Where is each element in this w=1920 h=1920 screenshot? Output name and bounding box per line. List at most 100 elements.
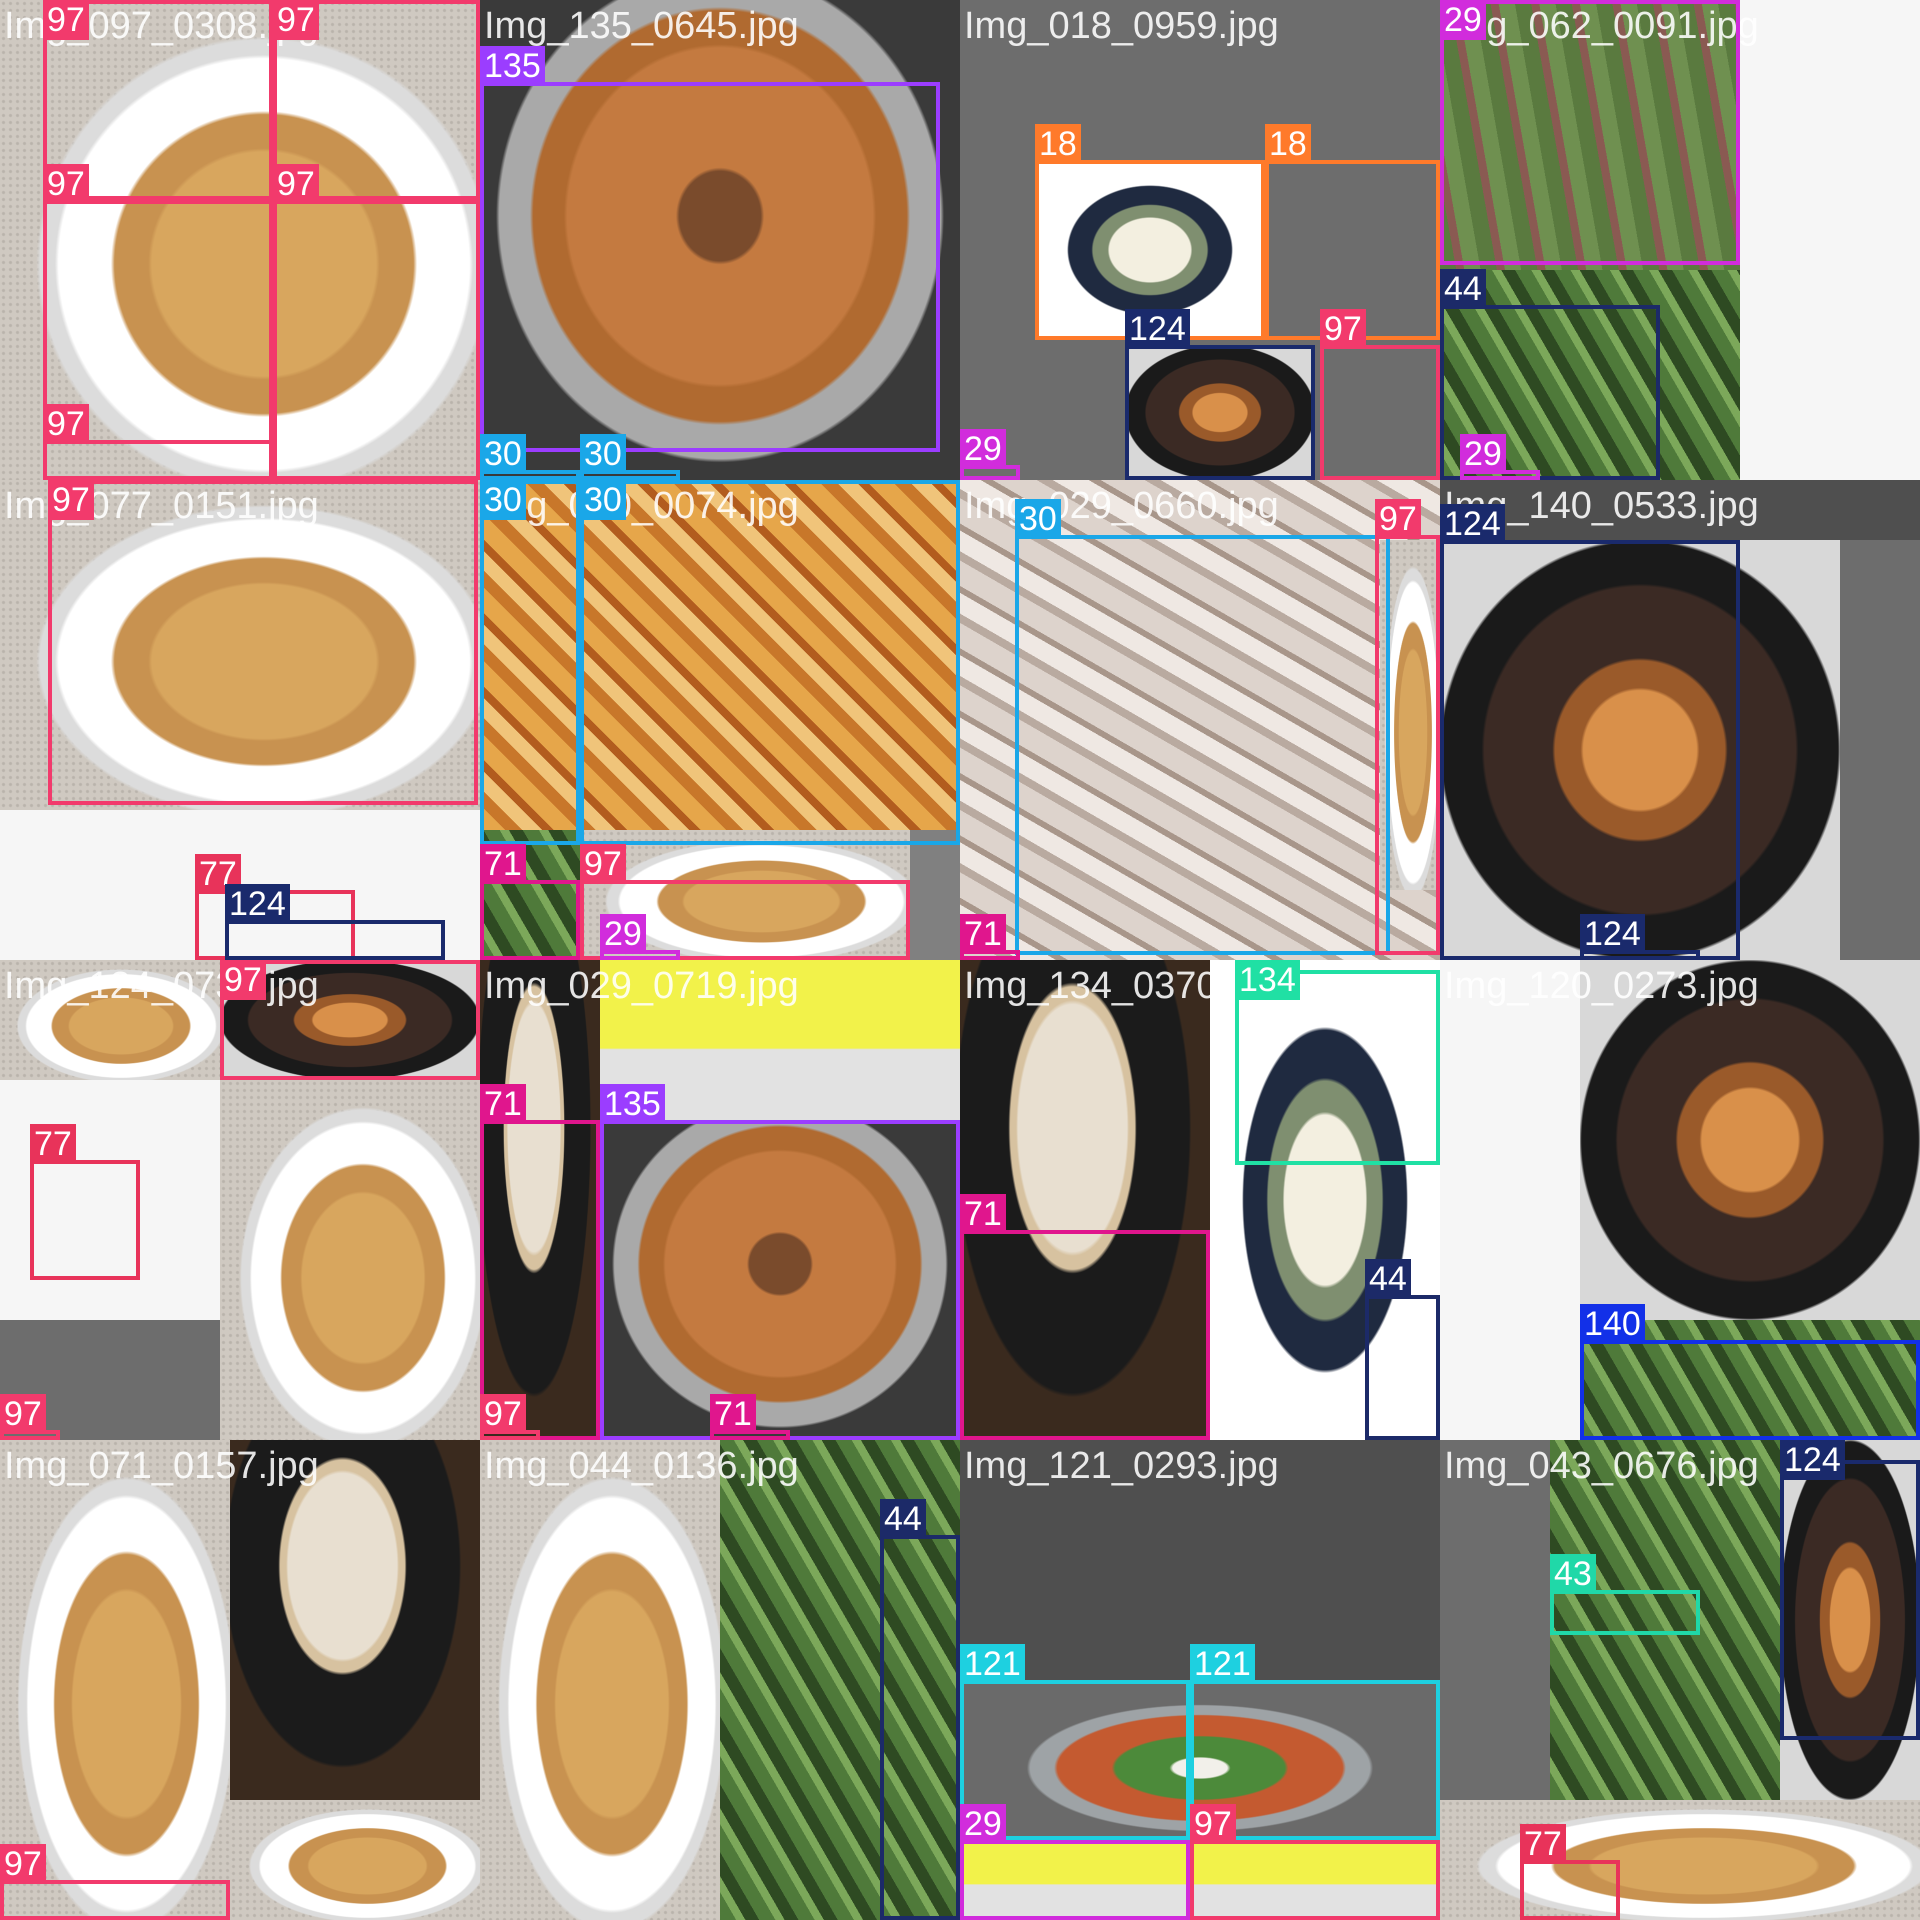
- food-photo-fragment: [1580, 960, 1920, 1320]
- bounding-box: [48, 480, 478, 805]
- class-label: 121: [960, 1644, 1025, 1684]
- class-label: 29: [960, 429, 1006, 469]
- class-label: 30: [480, 480, 526, 520]
- tile-filename: Img_044_0136.jpg: [484, 1445, 799, 1487]
- class-label: 97: [1375, 499, 1421, 539]
- food-photo-fragment: [1440, 1800, 1920, 1920]
- class-label: 30: [480, 434, 526, 474]
- class-label: 124: [1580, 914, 1645, 954]
- class-label: 121: [1190, 1644, 1255, 1684]
- bounding-box: [1190, 1840, 1440, 1920]
- class-label: 30: [1015, 499, 1061, 539]
- mosaic-grid: Img_097_0308.jpg 97 97 97 97 97 Img_135_0645.j…: [0, 0, 1920, 1920]
- class-label: 29: [1440, 0, 1486, 40]
- mosaic-tile[interactable]: Img_134_0370.jpg 134 71 44: [960, 960, 1440, 1440]
- mosaic-tile[interactable]: Img_044_0136.jpg 44: [480, 1440, 960, 1920]
- bounding-box: [1780, 1460, 1920, 1740]
- tile-filename: Img_121_0293.jpg: [964, 1445, 1279, 1487]
- mosaic-tile[interactable]: Img_018_0959.jpg 18 18 124 97 29: [960, 0, 1440, 480]
- bounding-box: [960, 1840, 1190, 1920]
- class-label: 29: [1460, 434, 1506, 474]
- class-label: 43: [1550, 1554, 1596, 1594]
- class-label: 18: [1265, 124, 1311, 164]
- tile-filename: Img_135_0645.jpg: [484, 5, 799, 47]
- class-label: 97: [220, 960, 266, 1000]
- class-label: 124: [1440, 504, 1505, 544]
- bounding-box: [1520, 1860, 1620, 1920]
- bounding-box: [480, 880, 580, 960]
- food-photo-fragment: [220, 1080, 480, 1440]
- mosaic-tile[interactable]: Img_124_0736.jpg 97 77 97: [0, 960, 480, 1440]
- class-label: 71: [480, 1084, 526, 1124]
- class-label: 44: [1440, 269, 1486, 309]
- class-label: 97: [1190, 1804, 1236, 1844]
- food-photo-fragment: [480, 1440, 720, 1920]
- class-label: 29: [960, 1804, 1006, 1844]
- mosaic-tile[interactable]: Img_135_0645.jpg 135 30 30: [480, 0, 960, 480]
- bounding-box: [1375, 535, 1440, 955]
- bounding-box: [1440, 540, 1740, 960]
- tile-filename: Img_120_0273.jpg: [1444, 965, 1759, 1007]
- tile-filename: Img_043_0676.jpg: [1444, 1445, 1759, 1487]
- mosaic-tile[interactable]: Img_071_0157.jpg 97: [0, 1440, 480, 1920]
- mosaic-tile[interactable]: Img_029_0719.jpg 71 135 97 71: [480, 960, 960, 1440]
- class-label: 97: [580, 844, 626, 884]
- class-label: 71: [960, 914, 1006, 954]
- bounding-box: [580, 480, 960, 845]
- bounding-box: [480, 82, 940, 452]
- class-label: 97: [48, 480, 94, 520]
- bounding-box: [880, 1535, 960, 1920]
- food-photo-fragment: [1840, 540, 1920, 960]
- mosaic-tile[interactable]: Img_097_0308.jpg 97 97 97 97 97: [0, 0, 480, 480]
- food-photo-fragment: [230, 1800, 480, 1920]
- bounding-box: [1550, 1590, 1700, 1635]
- class-label: 97: [0, 1844, 46, 1884]
- mosaic-tile[interactable]: Img_043_0676.jpg 124 43 77: [1440, 1440, 1920, 1920]
- bounding-box: [480, 1120, 600, 1440]
- bounding-box: [273, 200, 480, 480]
- mosaic-tile[interactable]: Img_120_0273.jpg 140: [1440, 960, 1920, 1440]
- bounding-box: [30, 1160, 140, 1280]
- mosaic-tile[interactable]: Img_030_0074.jpg 30 30 71 97 29: [480, 480, 960, 960]
- mosaic-tile[interactable]: Img_077_0151.jpg 97 77 124: [0, 480, 480, 960]
- mosaic-tile[interactable]: Img_062_0091.jpg 29 44 29: [1440, 0, 1920, 480]
- class-label: 30: [580, 434, 626, 474]
- class-label: 77: [1520, 1824, 1566, 1864]
- tile-filename: Img_134_0370.jpg: [964, 965, 1279, 1007]
- tile-filename: Img_018_0959.jpg: [964, 5, 1279, 47]
- class-label: 97: [1320, 309, 1366, 349]
- class-label: 134: [1235, 960, 1300, 1000]
- bounding-box: [1125, 345, 1315, 480]
- class-label: 71: [960, 1194, 1006, 1234]
- class-label: 124: [1125, 309, 1190, 349]
- bounding-box: [0, 1880, 230, 1920]
- bounding-box: [480, 480, 580, 845]
- class-label: 77: [30, 1124, 76, 1164]
- mosaic-tile[interactable]: Img_029_0660.jpg 30 97 71: [960, 480, 1440, 960]
- class-label: 135: [480, 46, 545, 86]
- class-label: 97: [43, 404, 89, 444]
- class-label: 71: [710, 1394, 756, 1434]
- bounding-box: [1015, 535, 1390, 955]
- food-photo-fragment: [1740, 0, 1920, 480]
- class-label: 97: [480, 1394, 526, 1434]
- class-label: 140: [1580, 1304, 1645, 1344]
- tile-filename: Img_071_0157.jpg: [4, 1445, 319, 1487]
- class-label: 29: [600, 914, 646, 954]
- mosaic-tile[interactable]: Img_140_0533.jpg 124 124: [1440, 480, 1920, 960]
- class-label: 97: [273, 164, 319, 204]
- class-label: 97: [43, 164, 89, 204]
- bounding-box: [225, 920, 445, 960]
- mosaic-tile[interactable]: Img_121_0293.jpg 121 121 29 97: [960, 1440, 1440, 1920]
- class-label: 97: [43, 0, 89, 40]
- food-photo-fragment: [1440, 960, 1580, 1440]
- class-label: 97: [273, 0, 319, 40]
- class-label: 124: [1780, 1440, 1845, 1480]
- class-label: 97: [0, 1394, 46, 1434]
- bounding-box: [600, 1120, 960, 1440]
- bounding-box: [43, 440, 273, 480]
- class-label: 135: [600, 1084, 665, 1124]
- bounding-box: [1580, 1340, 1920, 1440]
- class-label: 44: [880, 1499, 926, 1539]
- class-label: 30: [580, 480, 626, 520]
